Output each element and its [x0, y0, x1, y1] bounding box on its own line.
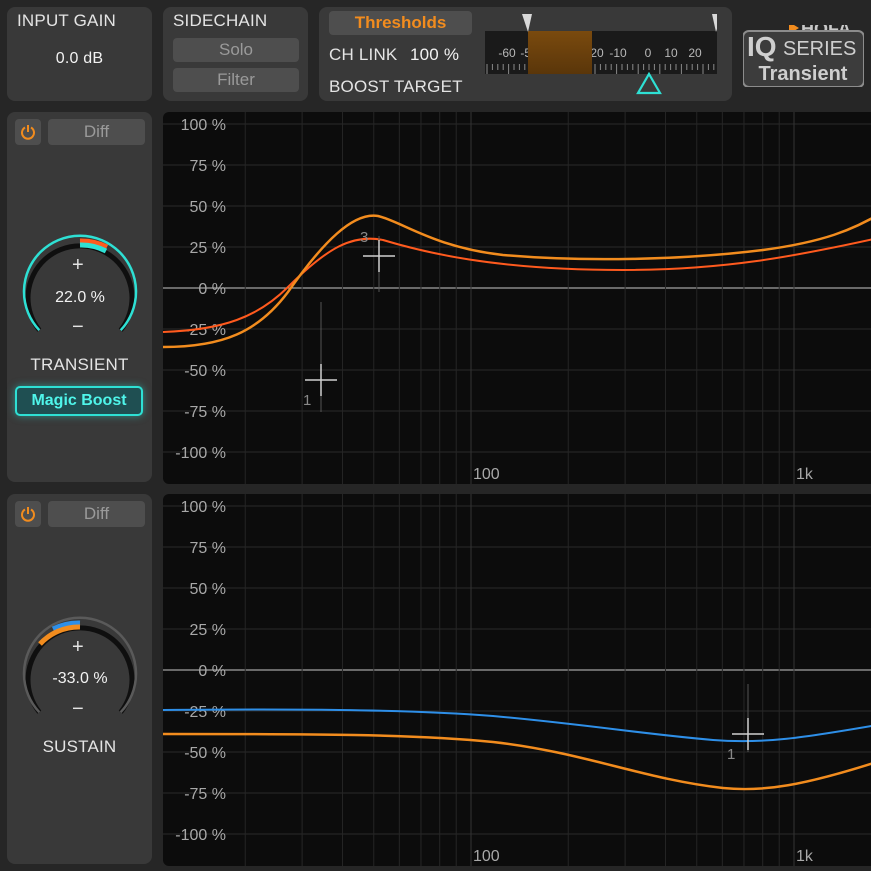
y-tick-label: 75 %	[190, 158, 226, 175]
magic-boost-button[interactable]: Magic Boost	[15, 386, 143, 416]
ch-link-value[interactable]: 100 %	[410, 45, 459, 65]
y-tick-label: 25 %	[190, 240, 226, 257]
node-3-label: 3	[360, 229, 368, 246]
x-tick-label: 1k	[796, 848, 814, 865]
transient-power-button[interactable]	[15, 119, 41, 145]
sustain-node-1[interactable]: 1	[727, 684, 764, 763]
transient-curve-orange	[163, 214, 871, 349]
sustain-power-button[interactable]	[15, 501, 41, 527]
y-tick-label: -75 %	[184, 404, 226, 421]
transient-diff-button[interactable]: Diff	[48, 119, 145, 145]
power-icon	[21, 125, 35, 140]
transient-knob-minus[interactable]: −	[72, 316, 84, 339]
thresholds-button[interactable]: Thresholds	[329, 11, 472, 35]
sustain-curve-blue	[163, 708, 871, 743]
sustain-knob-plus[interactable]: +	[72, 636, 84, 659]
logo-series: SERIES	[783, 38, 856, 60]
sidechain-label: SIDECHAIN	[173, 11, 268, 30]
sustain-knob-label: SUSTAIN	[42, 737, 117, 756]
sustain-graph-canvas: 100 % 75 % 50 % 25 % 0 % -25 % -50 % -75 % -100 …	[163, 494, 871, 866]
transient-knob-value: 22.0 %	[55, 289, 105, 306]
boost-target-label: BOOST TARGET	[329, 77, 463, 96]
threshold-handle-left	[522, 14, 532, 32]
threshold-handles[interactable]	[485, 10, 717, 40]
meter-tick-label: 10	[664, 46, 678, 60]
y-tick-label: -50 %	[184, 745, 226, 762]
y-tick-label: -50 %	[184, 363, 226, 380]
sustain-curve-orange	[163, 732, 871, 791]
transient-curve-red	[163, 237, 871, 333]
ch-link-label: CH LINK	[329, 45, 398, 64]
sustain-knob-minus[interactable]: −	[72, 698, 84, 721]
logo-product: Transient	[759, 63, 848, 85]
sustain-diff-button[interactable]: Diff	[48, 501, 145, 527]
transient-graph[interactable]: 100 % 75 % 50 % 25 % 0 % -25 % -50 % -75 % -100 …	[163, 112, 871, 484]
meter-tick-label: -10	[609, 46, 627, 60]
y-tick-label: 75 %	[190, 540, 226, 557]
y-tick-label: 100 %	[181, 117, 226, 134]
sustain-graph[interactable]: 100 % 75 % 50 % 25 % 0 % -25 % -50 % -75 % -100 …	[163, 494, 871, 866]
boost-target-handle[interactable]	[634, 71, 664, 97]
y-tick-label: 0 %	[198, 281, 226, 298]
sustain-knob-value: -33.0 %	[52, 670, 108, 687]
y-tick-label: -75 %	[184, 786, 226, 803]
transient-knob-label: TRANSIENT	[30, 355, 129, 374]
logo-iq: IQ	[747, 31, 777, 62]
solo-button[interactable]: Solo	[173, 38, 299, 62]
meter-tick-label: 20	[688, 46, 702, 60]
x-tick-label: 100	[473, 848, 500, 865]
y-tick-label: 50 %	[190, 581, 226, 598]
threshold-handle-right	[712, 14, 717, 32]
x-tick-label: 1k	[796, 466, 814, 483]
input-gain-label: INPUT GAIN	[17, 11, 116, 30]
transient-knob-plus[interactable]: +	[72, 254, 84, 277]
power-icon	[21, 507, 35, 522]
y-tick-label: -25 %	[184, 704, 226, 721]
y-tick-label: -100 %	[175, 827, 226, 844]
meter-tick-label: 0	[645, 46, 652, 60]
meter-tick-label: -60	[498, 46, 516, 60]
node-1-label: 1	[303, 392, 311, 409]
y-tick-label: 0 %	[198, 663, 226, 680]
y-tick-label: 25 %	[190, 622, 226, 639]
sustain-node-1-label: 1	[727, 746, 735, 763]
input-gain-value[interactable]: 0.0 dB	[7, 50, 152, 68]
transient-graph-canvas: 100 %75 %50 %25 %0 %-25 %-50 %-75 %-100 …	[163, 112, 871, 484]
y-tick-label: 100 %	[181, 499, 226, 516]
transient-node-1[interactable]: 1	[303, 302, 337, 412]
filter-button[interactable]: Filter	[173, 68, 299, 92]
y-tick-label: 50 %	[190, 199, 226, 216]
y-tick-label: -100 %	[175, 445, 226, 462]
x-tick-label: 100	[473, 466, 500, 483]
hofa-logo: HOFA IQ SERIES Transient	[742, 19, 865, 88]
